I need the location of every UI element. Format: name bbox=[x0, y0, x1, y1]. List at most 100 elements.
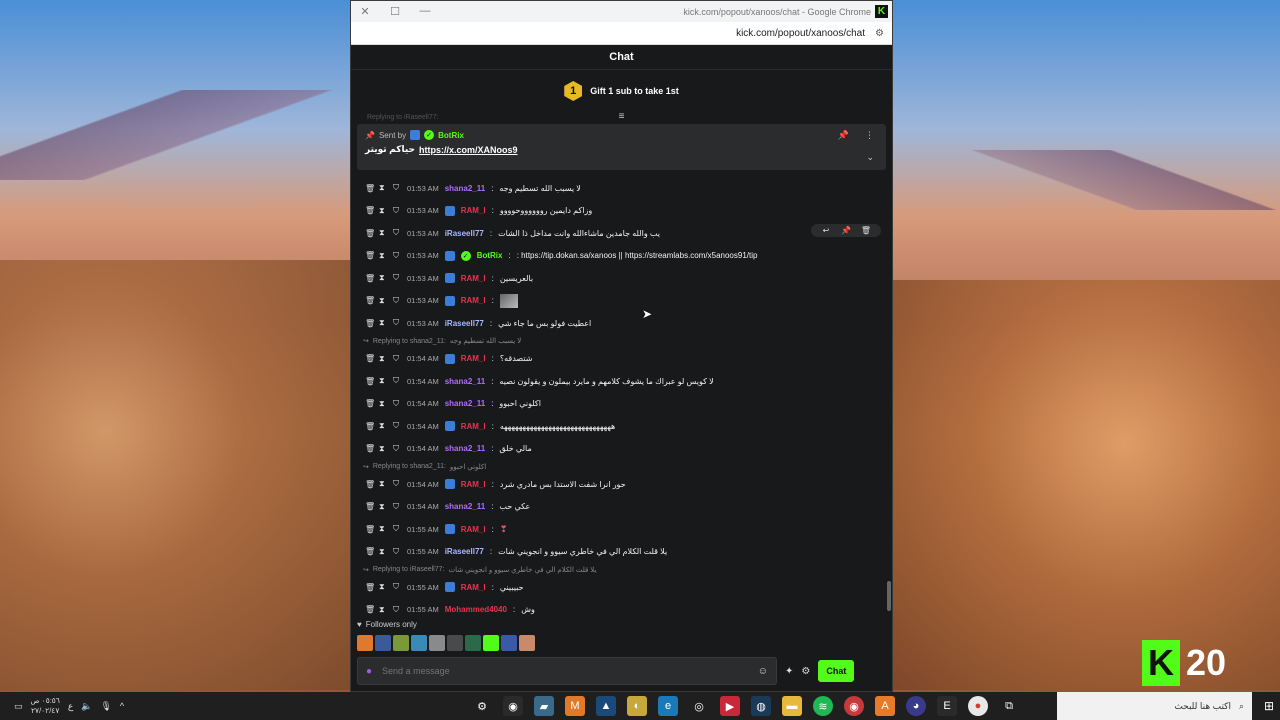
ban-shield-icon[interactable]: ⛉ bbox=[393, 605, 401, 615]
chat-message[interactable]: 🗑 ⧗ ⛉ 01:54 AM shana2_11: اكلوني احبوو bbox=[351, 393, 887, 416]
avatar[interactable] bbox=[393, 635, 409, 651]
message-username[interactable]: shana2_11 bbox=[445, 184, 485, 193]
chat-message[interactable]: 🗑 ⧗ ⛉ 01:53 AM iRaseell77: يب والله جامدين ما… bbox=[351, 222, 887, 245]
delete-message-icon[interactable]: 🗑 bbox=[365, 184, 375, 193]
notification-icon[interactable]: ▭ bbox=[14, 701, 23, 712]
timeout-icon[interactable]: ⧗ bbox=[379, 354, 387, 364]
delete-message-icon[interactable]: 🗑 bbox=[365, 525, 375, 534]
taskbar-search[interactable]: اكتب هنا للبحث ⌕ bbox=[1057, 692, 1252, 720]
ban-shield-icon[interactable]: ⛉ bbox=[393, 547, 401, 557]
message-username[interactable]: RAM_I bbox=[461, 296, 486, 305]
send-chat-button[interactable]: Chat bbox=[818, 660, 855, 682]
timeout-icon[interactable]: ⧗ bbox=[379, 547, 387, 557]
avatar[interactable] bbox=[501, 635, 517, 651]
avatar[interactable] bbox=[447, 635, 463, 651]
site-settings-icon[interactable]: ⚙ bbox=[875, 28, 884, 39]
maximize-window-button[interactable]: ☐ bbox=[389, 5, 401, 18]
chat-message[interactable]: 🗑 ⧗ ⛉ 01:53 AM shana2_11: لا يسبب الله تسطيم … bbox=[351, 177, 887, 200]
url-bar[interactable]: kick.com/popout/xanoos/chat ⚙ bbox=[351, 22, 892, 45]
timeout-icon[interactable]: ⧗ bbox=[379, 376, 387, 386]
chat-message[interactable]: 🗑 ⧗ ⛉ 01:55 AM iRaseell77: يلا قلت الكلام الي… bbox=[351, 541, 887, 564]
timeout-icon[interactable]: ⧗ bbox=[379, 318, 387, 328]
message-username[interactable]: iRaseell77 bbox=[445, 229, 484, 238]
delete-message-icon[interactable]: 🗑 bbox=[365, 296, 375, 305]
chat-message[interactable]: 🗑 ⧗ ⛉ 01:54 AM RAM_I: شتصدقه؟ bbox=[351, 348, 887, 371]
delete-icon[interactable]: 🗑 bbox=[857, 226, 875, 235]
chat-message[interactable]: 🗑 ⧗ ⛉ 01:54 AM shana2_11: عكي حب bbox=[351, 496, 887, 519]
delete-message-icon[interactable]: 🗑 bbox=[365, 480, 375, 489]
pin-message-icon[interactable]: 📌 bbox=[837, 226, 855, 235]
ban-shield-icon[interactable]: ⛉ bbox=[393, 444, 401, 454]
settings-app-icon[interactable]: ⚙ bbox=[472, 696, 492, 716]
volume-icon[interactable]: 🔈 bbox=[81, 701, 92, 712]
ban-shield-icon[interactable]: ⛉ bbox=[393, 502, 401, 512]
delete-message-icon[interactable]: 🗑 bbox=[365, 444, 375, 453]
reply-icon[interactable]: ↩ bbox=[817, 226, 835, 235]
timeout-icon[interactable]: ⧗ bbox=[379, 183, 387, 193]
chat-message[interactable]: 🗑 ⧗ ⛉ 01:54 AM shana2_11: لا كويس لو عبراك ما… bbox=[351, 370, 887, 393]
delete-message-icon[interactable]: 🗑 bbox=[365, 229, 375, 238]
microphone-tray-icon[interactable]: 🎙 bbox=[100, 701, 111, 712]
avatar[interactable] bbox=[429, 635, 445, 651]
microphone-icon[interactable]: ● bbox=[366, 666, 372, 677]
message-username[interactable]: shana2_11 bbox=[445, 444, 485, 453]
timeout-icon[interactable]: ⧗ bbox=[379, 421, 387, 431]
app-icon[interactable]: ◕ bbox=[906, 696, 926, 716]
discord-app-icon[interactable]: ◉ bbox=[503, 696, 523, 716]
message-username[interactable]: iRaseell77 bbox=[445, 547, 484, 556]
avatar[interactable] bbox=[411, 635, 427, 651]
ban-shield-icon[interactable]: ⛉ bbox=[393, 421, 401, 431]
delete-message-icon[interactable]: 🗑 bbox=[365, 251, 375, 260]
message-username[interactable]: RAM_I bbox=[461, 274, 486, 283]
message-username[interactable]: RAM_I bbox=[461, 480, 486, 489]
avatar[interactable] bbox=[483, 635, 499, 651]
expand-chevron-icon[interactable]: ⌄ bbox=[866, 152, 874, 163]
delete-message-icon[interactable]: 🗑 bbox=[365, 399, 375, 408]
chat-message[interactable]: 🗑 ⧗ ⛉ 01:53 AM ✓ BotRix:: https://tip.dokan.s… bbox=[351, 245, 887, 268]
delete-message-icon[interactable]: 🗑 bbox=[365, 354, 375, 363]
message-username[interactable]: RAM_I bbox=[461, 525, 486, 534]
chat-message[interactable]: 🗑 ⧗ ⛉ 01:54 AM RAM_I: ههههههههههههههههههههههه… bbox=[351, 415, 887, 438]
windows-start-icon[interactable]: ⊞ bbox=[1264, 699, 1274, 713]
timeout-icon[interactable]: ⧗ bbox=[379, 206, 387, 216]
chat-message[interactable]: 🗑 ⧗ ⛉ 01:53 AM RAM_I: bbox=[351, 290, 887, 313]
timeout-icon[interactable]: ⧗ bbox=[379, 228, 387, 238]
emote-image[interactable] bbox=[499, 293, 518, 308]
delete-message-icon[interactable]: 🗑 bbox=[365, 583, 375, 592]
message-username[interactable]: shana2_11 bbox=[445, 502, 485, 511]
delete-message-icon[interactable]: 🗑 bbox=[365, 206, 375, 215]
ban-shield-icon[interactable]: ⛉ bbox=[393, 228, 401, 238]
ban-shield-icon[interactable]: ⛉ bbox=[393, 399, 401, 409]
app-icon[interactable]: ▲ bbox=[596, 696, 616, 716]
emotes-icon[interactable]: ✦ bbox=[785, 666, 793, 677]
epic-games-app-icon[interactable]: E bbox=[937, 696, 957, 716]
timeout-icon[interactable]: ⧗ bbox=[379, 296, 387, 306]
message-username[interactable]: RAM_I bbox=[461, 583, 486, 592]
ban-shield-icon[interactable]: ⛉ bbox=[393, 273, 401, 283]
delete-message-icon[interactable]: 🗑 bbox=[365, 377, 375, 386]
chat-message[interactable]: 🗑 ⧗ ⛉ 01:53 AM RAM_I: وزاكم دايمين رووووووحوو… bbox=[351, 200, 887, 223]
minimize-window-button[interactable]: — bbox=[419, 5, 431, 18]
chrome-app-icon[interactable]: ● bbox=[968, 696, 988, 716]
edge-app-icon[interactable]: e bbox=[658, 696, 678, 716]
delete-message-icon[interactable]: 🗑 bbox=[365, 319, 375, 328]
delete-message-icon[interactable]: 🗑 bbox=[365, 547, 375, 556]
ban-shield-icon[interactable]: ⛉ bbox=[393, 376, 401, 386]
message-username[interactable]: BotRix bbox=[477, 251, 503, 260]
task-view-icon[interactable]: ⧉ bbox=[999, 696, 1019, 716]
chat-message-input[interactable] bbox=[382, 666, 748, 676]
chat-message[interactable]: 🗑 ⧗ ⛉ 01:53 AM iRaseell77: اعطيت فولو بس ما ج… bbox=[351, 312, 887, 335]
chat-message[interactable]: 🗑 ⧗ ⛉ 01:55 AM RAM_I: حبيبيني bbox=[351, 576, 887, 599]
timeout-icon[interactable]: ⧗ bbox=[379, 524, 387, 534]
ban-shield-icon[interactable]: ⛉ bbox=[393, 183, 401, 193]
chat-message[interactable]: 🗑 ⧗ ⛉ 01:55 AM RAM_I: ❣ bbox=[351, 518, 887, 541]
clock[interactable]: ٠٥:٥٦ ص ٢٧/٠٢/٤٧ bbox=[31, 696, 60, 716]
app-icon[interactable]: ▰ bbox=[534, 696, 554, 716]
chat-message[interactable]: 🗑 ⧗ ⛉ 01:54 AM shana2_11: مالي خلق bbox=[351, 438, 887, 461]
unpin-icon[interactable]: 📌 bbox=[838, 130, 849, 141]
language-indicator[interactable]: ع bbox=[68, 701, 73, 712]
spotify-app-icon[interactable]: ≋ bbox=[813, 696, 833, 716]
video-editor-app-icon[interactable]: ▶ bbox=[720, 696, 740, 716]
close-window-button[interactable]: ✕ bbox=[359, 5, 371, 18]
steam-app-icon[interactable]: ◍ bbox=[751, 696, 771, 716]
